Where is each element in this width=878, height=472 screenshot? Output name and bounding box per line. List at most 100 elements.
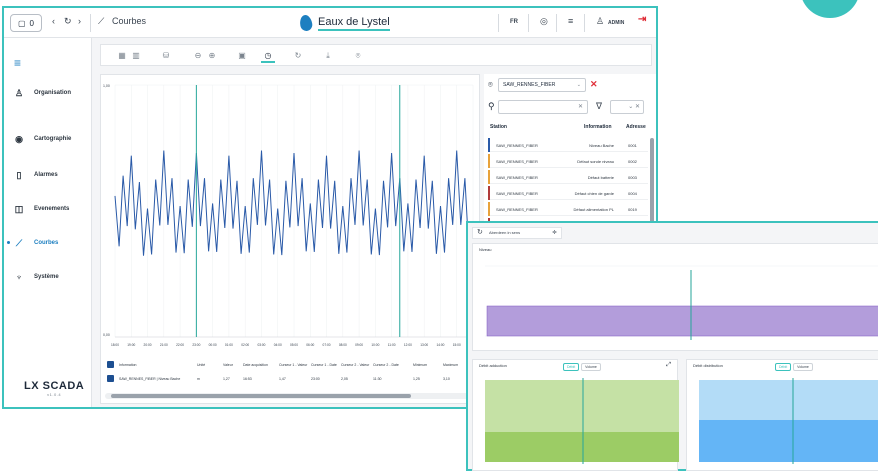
clock-icon[interactable]: ◷ — [261, 49, 275, 63]
column-header: Minimum — [413, 363, 428, 367]
expand-icon[interactable]: ⤢ — [666, 362, 671, 369]
sidebar-item-courbes[interactable]: ⟋ Courbes — [4, 232, 92, 254]
toggle-debit[interactable]: Débit — [563, 363, 580, 371]
row-checkbox[interactable] — [107, 375, 114, 382]
zoom-in-icon[interactable]: ⊕ — [205, 49, 219, 63]
user-name[interactable]: ADMIN — [608, 20, 624, 26]
mode-toggle: Débit Volume — [775, 363, 813, 371]
column-header-station[interactable]: Station — [490, 124, 507, 130]
columns-icon[interactable]: ▥ — [129, 49, 143, 63]
version-text: v1.0.4 — [47, 392, 62, 397]
filter-select[interactable]: ⌄ ✕ — [610, 100, 644, 114]
panel-title: Débit adduction — [479, 363, 507, 368]
toggle-volume[interactable]: Volume — [793, 363, 813, 371]
toggle-debit[interactable]: Débit — [775, 363, 792, 371]
station-row[interactable]: SAW_RENNES_FIBER Défaut alimentation PL 00… — [488, 202, 648, 216]
station-row[interactable]: SAW_RENNES_FIBER Défaut sonde niveau 0002 — [488, 154, 648, 168]
refresh-icon[interactable]: ↻ — [64, 16, 72, 27]
cell-minimum: 1,25 — [413, 377, 420, 381]
adduction-chart[interactable] — [473, 372, 679, 472]
column-header-information[interactable]: Information — [584, 124, 612, 130]
sidebar-item-label: Organisation — [34, 90, 72, 96]
station-row[interactable]: SAW_RENNES_FIBER Niveau Bache 0001 — [488, 138, 648, 152]
column-header: Maximum — [443, 363, 459, 367]
cell-cursor1-value: 1,47 — [279, 377, 286, 381]
sidebar-item-cartographie[interactable]: ◉ Cartographie — [4, 128, 92, 150]
station-address: 0001 — [628, 143, 637, 148]
x-tick-label: 21:00 — [160, 343, 168, 347]
column-header-address[interactable]: Adresse — [626, 124, 646, 130]
sidebar-item-label: Cartographie — [34, 136, 72, 142]
x-tick-label: 07:00 — [323, 343, 331, 347]
counter-badge[interactable]: ▢ 0 — [10, 14, 42, 32]
panel-title: Débit distribution — [693, 363, 723, 368]
area-upper — [699, 380, 878, 420]
sidebar-item-systeme[interactable]: ♆ Système — [4, 266, 92, 288]
station-information: Niveau Bache — [589, 143, 614, 148]
overlay-toolbar-label: Aberdeen in sens — [489, 230, 521, 235]
column-header: Curseur 2 - Valeur — [341, 363, 370, 367]
filter-icon[interactable]: ≑ — [552, 228, 557, 238]
station-select-value: SAW_RENNES_FIBER — [503, 82, 556, 88]
toggle-volume[interactable]: Volume — [581, 363, 601, 371]
x-tick-label: 00:00 — [209, 343, 217, 347]
x-tick-label: 08:00 — [339, 343, 347, 347]
calendar-icon[interactable]: ▣ — [235, 49, 249, 63]
station-name: SAW_RENNES_FIBER — [496, 159, 538, 164]
divider — [90, 14, 91, 32]
download-icon[interactable]: ⤓ — [321, 49, 335, 63]
mode-toggle: Débit Volume — [563, 363, 601, 371]
filter-icon[interactable]: ∇ — [596, 101, 602, 112]
select-all-checkbox[interactable] — [107, 361, 114, 368]
logout-icon[interactable]: ⇥ — [638, 14, 646, 25]
back-icon[interactable]: ‹ — [52, 16, 55, 26]
network-icon: ♆ — [15, 272, 23, 282]
sidebar-item-alarmes[interactable]: ▯ Alarmes — [4, 164, 92, 186]
x-tick-label: 15:00 — [453, 343, 461, 347]
station-select[interactable]: SAW_RENNES_FIBER ⌄ — [498, 78, 586, 92]
distribution-chart[interactable] — [687, 372, 878, 472]
settings-sliders-icon[interactable]: ≡ — [568, 16, 573, 26]
table-row[interactable]: SAW_RENNES_FIBER | Niveau Bache m 1,27 1… — [105, 373, 477, 385]
data-table-header: Information Unité Valeur Date acquisitio… — [105, 359, 477, 371]
area-lower — [485, 432, 679, 462]
x-tick-label: 13:00 — [420, 343, 428, 347]
overlay-toolbar: ↻ Aberdeen in sens ≑ — [472, 227, 562, 239]
x-tick-label: 01:00 — [225, 343, 233, 347]
language-selector[interactable]: FR — [510, 19, 518, 25]
sidebar-item-evenements[interactable]: ◫ Evenements — [4, 198, 92, 220]
clear-icon[interactable]: ✕ — [590, 79, 598, 90]
refresh-icon[interactable]: ↻ — [477, 228, 483, 238]
grid-icon[interactable]: ▦ — [115, 49, 129, 63]
database-icon[interactable]: ⛁ — [159, 49, 173, 63]
scroll-thumb[interactable] — [111, 394, 411, 398]
x-tick-label: 02:00 — [241, 343, 249, 347]
brand[interactable]: Eaux de Lystel — [298, 12, 390, 34]
forward-icon[interactable]: › — [78, 16, 81, 26]
clear-search-icon[interactable]: ✕ — [578, 103, 583, 110]
y-tick-label: 0,00 — [103, 333, 110, 337]
zoom-out-icon[interactable]: ⊖ — [191, 49, 205, 63]
palette-icon[interactable]: ◎ — [540, 16, 548, 27]
main-chart[interactable]: 1,00 0,00 18:00 19:00 20:00 21:00 22:00 23:00 00… — [101, 75, 481, 357]
horizontal-scrollbar[interactable] — [105, 393, 475, 399]
refresh-icon[interactable]: ↻ — [291, 49, 305, 63]
x-tick-label: 11:00 — [388, 343, 396, 347]
search-input[interactable]: ✕ — [498, 100, 588, 114]
level-chart[interactable] — [473, 248, 878, 352]
station-row[interactable]: SAW_RENNES_FIBER Défaut chien de garde 000… — [488, 186, 648, 200]
cell-cursor2-date: 11:30 — [373, 377, 382, 381]
cell-maximum: 3,10 — [443, 377, 450, 381]
y-tick-label: 1,00 — [103, 84, 110, 88]
chart-icon: ⟋ — [98, 16, 105, 26]
view-title: Courbes — [112, 16, 147, 26]
location-icon[interactable]: ⌾ — [351, 49, 365, 63]
book-icon: ◫ — [14, 203, 24, 214]
adduction-panel: Débit adduction Débit Volume ⤢ — [472, 359, 679, 472]
column-header: Information — [119, 363, 137, 367]
station-row[interactable]: SAW_RENNES_FIBER Défaut batterie 0003 — [488, 170, 648, 184]
x-tick-label: 18:00 — [111, 343, 119, 347]
sidebar-item-organisation[interactable]: ♙ Organisation — [4, 82, 92, 104]
x-tick-label: 03:00 — [257, 343, 265, 347]
menu-icon[interactable]: ≡ — [14, 56, 21, 70]
